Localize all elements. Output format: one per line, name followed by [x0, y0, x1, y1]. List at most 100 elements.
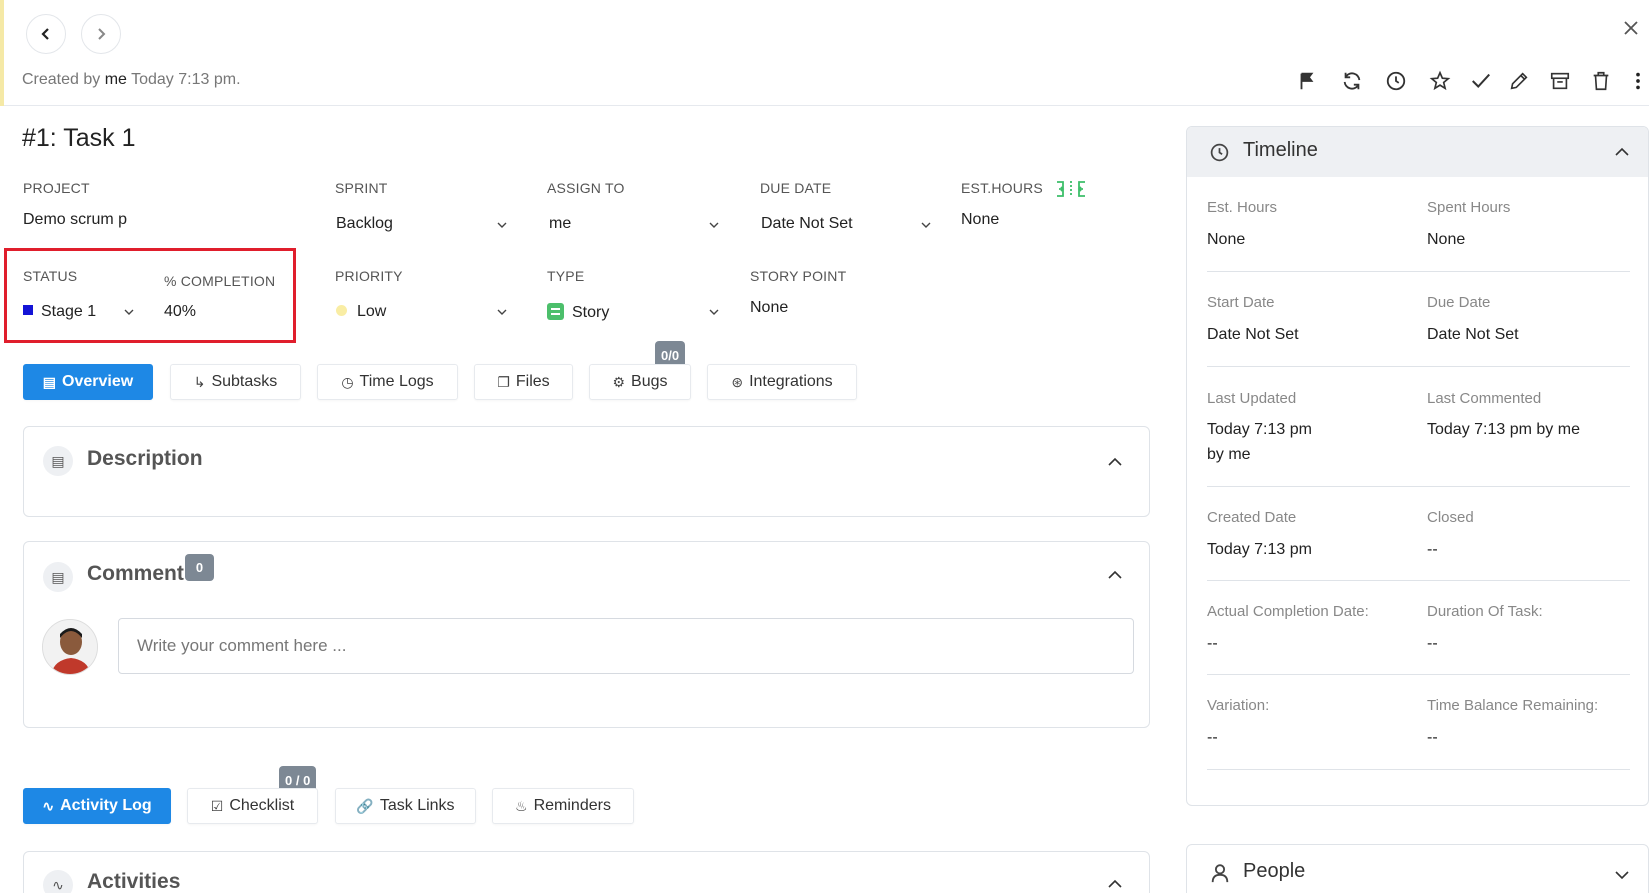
- favorite-button[interactable]: [1427, 68, 1453, 94]
- chevron-down-icon: [497, 309, 507, 315]
- tab-subtasks[interactable]: ↳ Subtasks: [170, 364, 301, 400]
- flag-icon: [1300, 72, 1314, 90]
- type-select[interactable]: Story: [547, 303, 609, 322]
- people-panel[interactable]: People: [1186, 844, 1649, 893]
- tab-integrations[interactable]: ⊛ Integrations: [707, 364, 857, 400]
- split-hours-icon[interactable]: [1055, 179, 1087, 199]
- tab-bugs[interactable]: ⚙ Bugs: [589, 364, 691, 400]
- close-button[interactable]: [1623, 14, 1639, 40]
- activities-title: Activities: [87, 870, 181, 893]
- tab-task-links-label: Task Links: [379, 797, 455, 814]
- last-updated-by: by me: [1207, 446, 1251, 463]
- timeline-row: Actual Completion Date: -- Duration Of T…: [1207, 581, 1630, 675]
- created-time: Today 7:13 pm.: [131, 71, 241, 88]
- assign-to-select[interactable]: me: [549, 215, 571, 233]
- start-date-label: Start Date: [1207, 294, 1275, 311]
- archive-icon: [1550, 72, 1570, 90]
- completion-label: % COMPLETION: [164, 273, 276, 289]
- sprint-label: SPRINT: [335, 180, 388, 196]
- chevron-up-icon[interactable]: [1107, 454, 1123, 470]
- project-label: PROJECT: [23, 180, 90, 196]
- est-hours-label: EST.HOURS: [961, 180, 1043, 196]
- tab-activity-log[interactable]: ∿ Activity Log: [23, 788, 171, 824]
- tab-reminders[interactable]: ♨ Reminders: [492, 788, 634, 824]
- task-toolbar: [1269, 68, 1649, 96]
- assign-to-label: ASSIGN TO: [547, 180, 625, 196]
- priority-label: PRIORITY: [335, 268, 403, 284]
- last-commented-value: Today 7:13 pm by me: [1427, 421, 1580, 438]
- tab-checklist[interactable]: ☑ Checklist: [187, 788, 318, 824]
- edit-button[interactable]: [1506, 68, 1532, 94]
- tab-checklist-label: Checklist: [229, 797, 295, 814]
- est-hours-value: None: [1207, 231, 1246, 248]
- timeline-panel: Timeline Est. Hours None Spent Hours Non…: [1186, 126, 1649, 806]
- due-date-select[interactable]: Date Not Set: [761, 215, 853, 233]
- comment-input[interactable]: Write your comment here ...: [118, 618, 1134, 674]
- type-label: TYPE: [547, 268, 585, 284]
- tab-overview[interactable]: ▤ Overview: [23, 364, 153, 400]
- tab-task-links[interactable]: 🔗 Task Links: [335, 788, 476, 824]
- project-value: Demo scrum p: [23, 211, 128, 228]
- sprint-select[interactable]: Backlog: [336, 215, 393, 233]
- more-button[interactable]: [1625, 68, 1649, 94]
- chevron-down-icon[interactable]: [1614, 867, 1630, 883]
- activity-icon: ∿: [42, 797, 55, 814]
- status-color-indicator: [23, 305, 33, 315]
- chevron-up-icon[interactable]: [1614, 144, 1630, 160]
- tab-time-logs[interactable]: ◷ Time Logs: [317, 364, 458, 400]
- history-button[interactable]: [1383, 68, 1409, 94]
- status-label: STATUS: [23, 268, 78, 284]
- tab-files[interactable]: ❐ Files: [474, 364, 573, 400]
- subtask-icon: ↳: [193, 373, 206, 390]
- completion-value[interactable]: 40%: [164, 303, 196, 321]
- back-button[interactable]: [26, 14, 66, 54]
- actual-completion-label: Actual Completion Date:: [1207, 603, 1369, 620]
- comment-icon: ▤: [43, 562, 73, 592]
- chevron-up-icon[interactable]: [1107, 876, 1123, 892]
- priority-color-indicator: [336, 305, 347, 316]
- avatar[interactable]: [42, 619, 98, 675]
- last-updated-label: Last Updated: [1207, 390, 1297, 407]
- chevron-down-icon: [497, 222, 507, 228]
- chevron-down-icon: [709, 222, 719, 228]
- last-updated-value: Today 7:13 pm: [1207, 421, 1312, 438]
- archive-button[interactable]: [1547, 68, 1573, 94]
- story-point-value[interactable]: None: [750, 299, 788, 317]
- created-user[interactable]: me: [105, 71, 127, 88]
- created-date-value: Today 7:13 pm: [1207, 541, 1312, 558]
- task-title[interactable]: #1: Task 1: [22, 124, 136, 153]
- chevron-down-icon: [709, 309, 719, 315]
- time-balance-value: --: [1427, 729, 1438, 746]
- description-icon: ▤: [43, 446, 73, 476]
- people-title: People: [1243, 860, 1306, 882]
- forward-button[interactable]: [81, 14, 121, 54]
- timeline-title: Timeline: [1243, 139, 1318, 161]
- start-date-value: Date Not Set: [1207, 326, 1299, 343]
- est-hours-label: Est. Hours: [1207, 199, 1278, 216]
- tab-subtasks-label: Subtasks: [211, 373, 278, 390]
- tab-files-label: Files: [515, 373, 550, 390]
- chevron-right-icon: [98, 28, 106, 40]
- chevron-up-icon[interactable]: [1107, 567, 1123, 583]
- flag-button[interactable]: [1294, 68, 1320, 94]
- bug-icon: ⚙: [612, 373, 626, 390]
- description-title: Description: [87, 447, 203, 470]
- delete-button[interactable]: [1588, 68, 1614, 94]
- complete-button[interactable]: [1468, 68, 1494, 94]
- priority-select[interactable]: Low: [336, 303, 386, 321]
- pencil-icon: [1510, 72, 1528, 90]
- due-date-value: Date Not Set: [1427, 326, 1519, 343]
- status-select[interactable]: Stage 1: [23, 303, 96, 321]
- spent-hours-value: None: [1427, 231, 1466, 248]
- closed-value: --: [1427, 541, 1438, 558]
- refresh-button[interactable]: [1339, 68, 1365, 94]
- tab-reminders-label: Reminders: [533, 797, 611, 814]
- status-value: Stage 1: [41, 303, 97, 320]
- priority-value: Low: [357, 303, 387, 320]
- timeline-header[interactable]: Timeline: [1187, 127, 1648, 177]
- actual-completion-value: --: [1207, 635, 1218, 652]
- est-hours-value[interactable]: None: [961, 211, 999, 229]
- clock-icon: [1386, 71, 1406, 91]
- clock-icon: ◷: [341, 373, 354, 390]
- tab-integrations-label: Integrations: [749, 373, 833, 390]
